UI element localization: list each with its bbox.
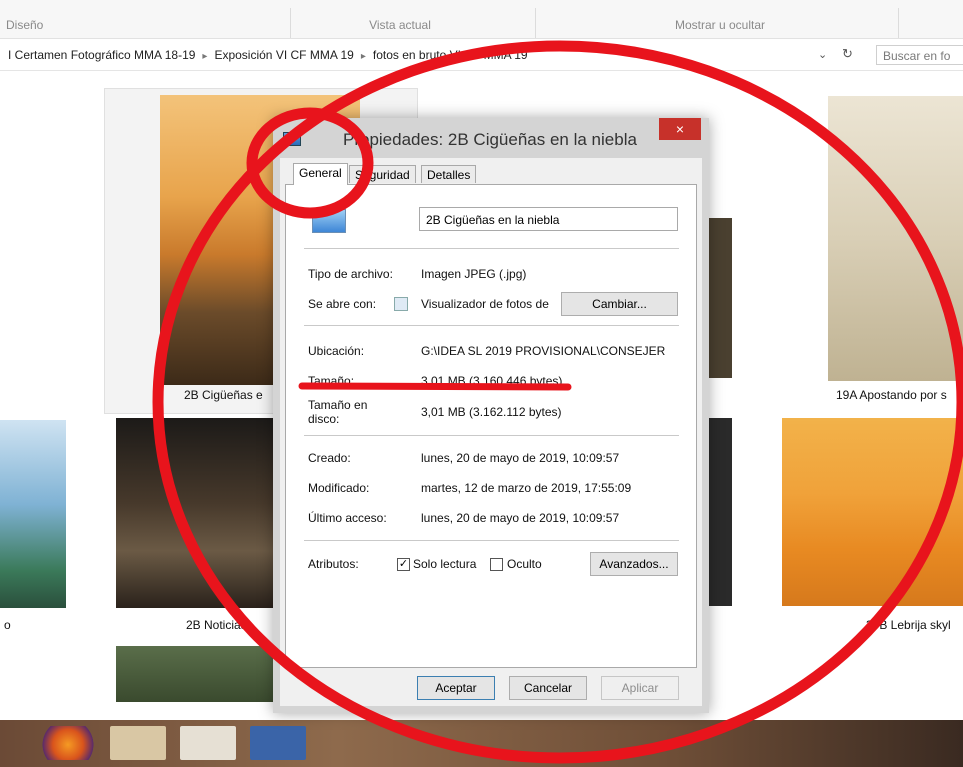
thumbnail-image-apostando[interactable]	[828, 96, 963, 381]
close-button[interactable]: ×	[659, 118, 701, 140]
aplicar-button[interactable]: Aplicar	[601, 676, 679, 700]
oculto-checkbox[interactable]	[490, 558, 503, 571]
modificado-label: Modificado:	[308, 481, 370, 495]
tamano-disco-label-line1: Tamaño en	[308, 398, 368, 412]
thumbnail-label: 2B Cigüeñas e	[184, 388, 263, 402]
solo-lectura-label[interactable]: Solo lectura	[413, 557, 476, 571]
ubicacion-value[interactable]: G:\IDEA SL 2019 PROVISIONAL\CONSEJER	[421, 344, 665, 358]
chevron-down-icon[interactable]: ⌄	[818, 48, 827, 61]
thumbnail-image-noticias[interactable]	[116, 418, 276, 608]
thumbnail-image-partial[interactable]	[708, 218, 732, 378]
aceptar-button[interactable]: Aceptar	[417, 676, 495, 700]
divider	[304, 248, 679, 249]
thumbnail-image-lebrija[interactable]	[782, 418, 963, 606]
modificado-value: martes, 12 de marzo de 2019, 17:55:09	[421, 481, 632, 495]
general-panel: 2B Cigüeñas en la niebla Tipo de archivo…	[285, 184, 697, 668]
thumbnail-label: 39B Lebrija skyl	[866, 618, 951, 632]
tab-detalles[interactable]: Detalles	[421, 165, 477, 183]
address-bar[interactable]: I Certamen Fotográfico MMA 18-19 ▸ Exposic…	[0, 42, 963, 71]
thumbnail-image-partial[interactable]	[708, 418, 732, 606]
search-input[interactable]: Buscar en fo	[876, 45, 963, 65]
thumbnail-image-bottom[interactable]	[116, 646, 276, 702]
creado-value: lunes, 20 de mayo de 2019, 10:09:57	[421, 451, 620, 465]
ribbon-group-diseno: Diseño	[6, 18, 44, 32]
divider	[304, 325, 679, 326]
ribbon-separator	[898, 8, 899, 38]
ribbon: Diseño Vista actual Mostrar u ocultar	[0, 0, 963, 39]
dialog-titlebar[interactable]: Propiedades: 2B Cigüeñas en la niebla ×	[273, 118, 709, 158]
firefox-icon[interactable]	[40, 726, 96, 760]
ribbon-separator	[290, 8, 291, 38]
breadcrumb-item[interactable]: fotos en bruto VI CF MMA 19	[373, 48, 528, 62]
image-file-icon	[312, 209, 346, 233]
word-icon[interactable]	[250, 726, 306, 760]
checkmark-icon: ✓	[398, 558, 409, 570]
divider	[304, 435, 679, 436]
tamano-disco-value: 3,01 MB (3.162.112 bytes)	[421, 405, 562, 419]
creado-label: Creado:	[308, 451, 351, 465]
divider	[304, 540, 679, 541]
breadcrumb-arrow-icon[interactable]: ▸	[361, 51, 366, 62]
photo-viewer-icon	[394, 297, 408, 311]
abre-label: Se abre con:	[308, 297, 377, 311]
breadcrumb-arrow-icon[interactable]: ▸	[202, 51, 207, 62]
acceso-label: Último acceso:	[308, 511, 387, 525]
thumbnail-label: o	[4, 618, 11, 632]
breadcrumb-item[interactable]: I Certamen Fotográfico MMA 18-19	[8, 48, 195, 62]
properties-dialog: Propiedades: 2B Cigüeñas en la niebla × …	[273, 118, 709, 713]
breadcrumb-item[interactable]: Exposición VI CF MMA 19	[214, 48, 353, 62]
taskbar	[0, 720, 963, 767]
tamano-disco-label: Tamaño en disco:	[308, 398, 367, 426]
ribbon-group-mostrar: Mostrar u ocultar	[674, 18, 766, 32]
ribbon-separator	[535, 8, 536, 38]
tab-general[interactable]: General	[293, 163, 348, 185]
file-icon[interactable]	[180, 726, 236, 760]
thumbnail-label: 2B Noticias	[186, 618, 247, 632]
tab-seguridad[interactable]: Seguridad	[349, 165, 416, 183]
outlook-icon[interactable]	[110, 726, 166, 760]
dialog-title: Propiedades: 2B Cigüeñas en la niebla	[343, 130, 637, 149]
breadcrumb[interactable]: I Certamen Fotográfico MMA 18-19 ▸ Exposic…	[8, 48, 528, 62]
oculto-label[interactable]: Oculto	[507, 557, 542, 571]
file-name-field[interactable]: 2B Cigüeñas en la niebla	[419, 207, 678, 231]
tamano-disco-label-line2: disco:	[308, 412, 340, 426]
solo-lectura-checkbox[interactable]: ✓	[397, 558, 410, 571]
tipo-value: Imagen JPEG (.jpg)	[421, 267, 527, 281]
tipo-label: Tipo de archivo:	[308, 267, 393, 281]
cancelar-button[interactable]: Cancelar	[509, 676, 587, 700]
cambiar-button[interactable]: Cambiar...	[561, 292, 678, 316]
ribbon-group-vista-actual: Vista actual	[369, 18, 431, 32]
ubicacion-label: Ubicación:	[308, 344, 365, 358]
avanzados-button[interactable]: Avanzados...	[590, 552, 678, 576]
tamano-label: Tamaño:	[308, 374, 355, 388]
thumbnail-label: 19A Apostando por s	[836, 388, 947, 402]
abre-value: Visualizador de fotos de	[421, 297, 549, 311]
tamano-value: 3,01 MB (3.160.446 bytes)	[421, 374, 563, 388]
atributos-label: Atributos:	[308, 557, 359, 571]
thumbnail-image-left[interactable]	[0, 420, 66, 608]
acceso-value: lunes, 20 de mayo de 2019, 10:09:57	[421, 511, 620, 525]
refresh-icon[interactable]: ↻	[842, 46, 853, 62]
image-file-icon	[283, 132, 301, 146]
